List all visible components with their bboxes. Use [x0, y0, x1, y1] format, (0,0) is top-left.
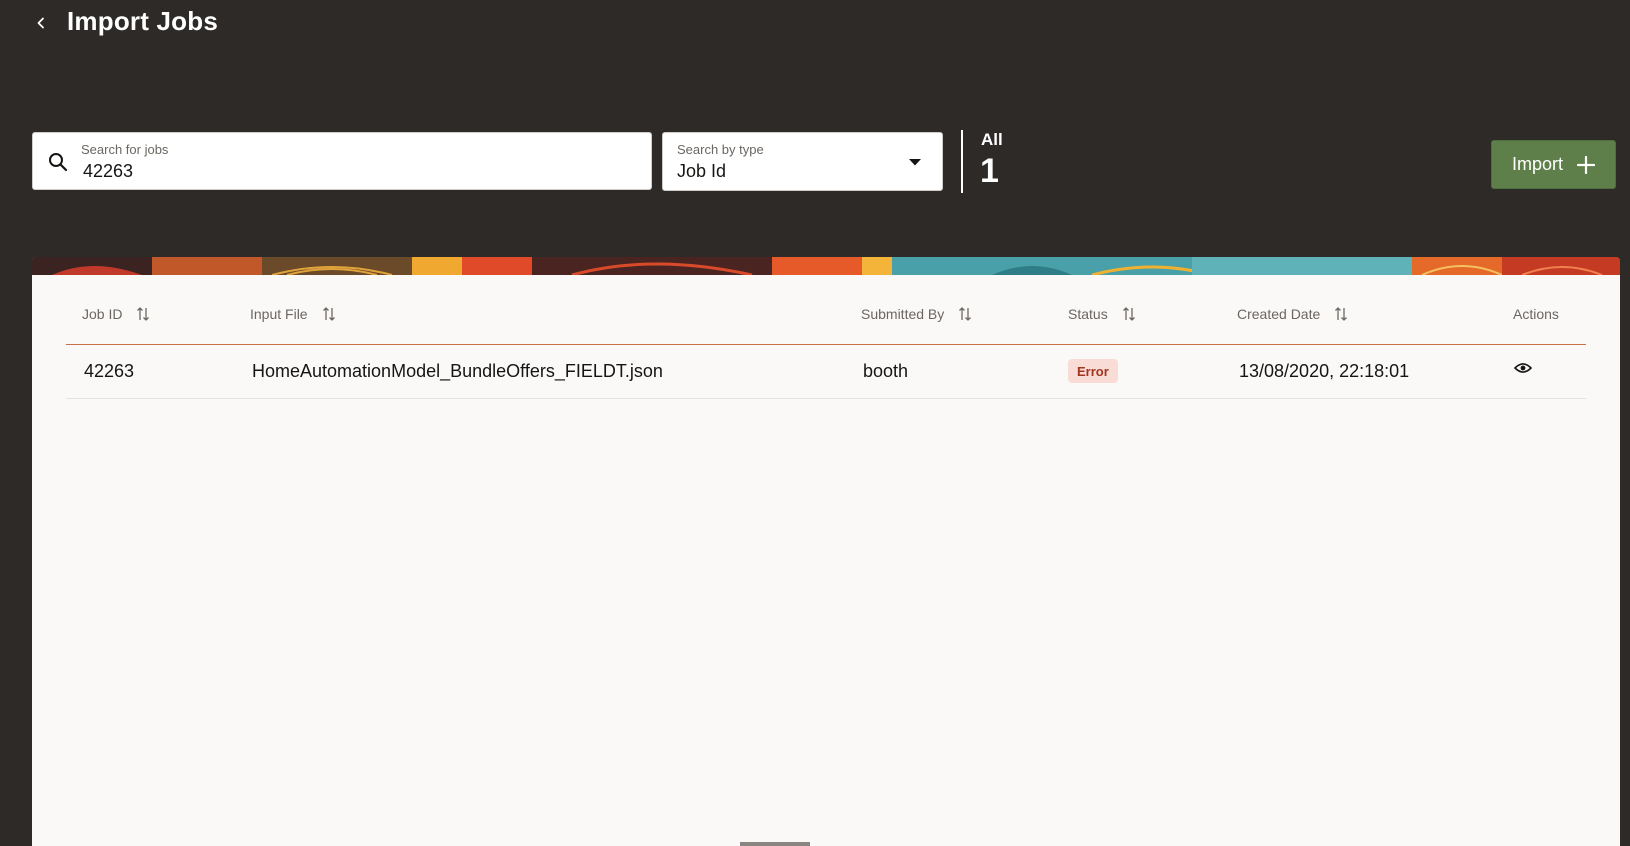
count-value: 1: [980, 152, 999, 190]
column-label: Submitted By: [861, 306, 945, 322]
sort-icon[interactable]: [1122, 306, 1136, 322]
plus-icon: [1577, 155, 1595, 174]
jobs-table: Job ID Input File Submitted By Status Cr…: [66, 292, 1586, 399]
table-row[interactable]: 42263 HomeAutomationModel_BundleOffers_F…: [66, 345, 1586, 399]
count-label: All: [981, 130, 1003, 149]
cell-created-date: 13/08/2020, 22:18:01: [1239, 361, 1410, 381]
search-type-select[interactable]: Search by type Job Id: [662, 132, 943, 191]
search-input[interactable]: [83, 159, 623, 183]
import-button-label: Import: [1511, 154, 1563, 174]
sort-icon[interactable]: [136, 306, 150, 322]
import-jobs-page: Import Jobs Search for jobs Search by ty…: [0, 0, 1630, 846]
cell-job-id: 42263: [84, 361, 135, 381]
column-header-status[interactable]: Status: [1068, 306, 1136, 322]
back-button[interactable]: [30, 12, 52, 34]
column-label: Actions: [1513, 306, 1559, 322]
cell-input-file: HomeAutomationModel_BundleOffers_FIELDT.…: [252, 361, 663, 381]
search-type-label: Search by type: [677, 142, 764, 157]
eye-icon[interactable]: [1514, 361, 1532, 375]
status-badge: Error: [1068, 359, 1118, 383]
column-header-job-id[interactable]: Job ID: [82, 306, 150, 322]
column-label: Created Date: [1237, 306, 1321, 322]
import-button[interactable]: Import: [1491, 140, 1616, 189]
decorative-banner: [32, 257, 1620, 275]
jobs-panel: Job ID Input File Submitted By Status Cr…: [32, 257, 1620, 846]
sort-icon[interactable]: [1334, 306, 1348, 322]
search-label: Search for jobs: [81, 142, 169, 157]
sort-icon[interactable]: [322, 306, 336, 322]
column-label: Input File: [250, 306, 308, 322]
column-header-input-file[interactable]: Input File: [250, 306, 336, 322]
page-title: Import Jobs: [67, 6, 218, 36]
scrollbar-thumb[interactable]: [740, 842, 810, 846]
caret-down-icon: [909, 159, 921, 166]
column-header-actions: Actions: [1513, 306, 1559, 322]
sort-icon[interactable]: [958, 306, 972, 322]
page-header: Import Jobs: [0, 0, 1630, 48]
search-type-value: Job Id: [677, 161, 727, 181]
column-label: Job ID: [82, 306, 123, 322]
count-divider: [961, 130, 963, 193]
search-icon: [49, 153, 68, 172]
chevron-left-icon: [37, 17, 44, 29]
column-label: Status: [1068, 306, 1108, 322]
column-header-submitted-by[interactable]: Submitted By: [861, 306, 972, 322]
column-header-created-date[interactable]: Created Date: [1237, 306, 1348, 322]
cell-submitted-by: booth: [863, 361, 909, 381]
table-header: Job ID Input File Submitted By Status Cr…: [66, 292, 1586, 345]
search-box[interactable]: Search for jobs: [32, 132, 652, 190]
